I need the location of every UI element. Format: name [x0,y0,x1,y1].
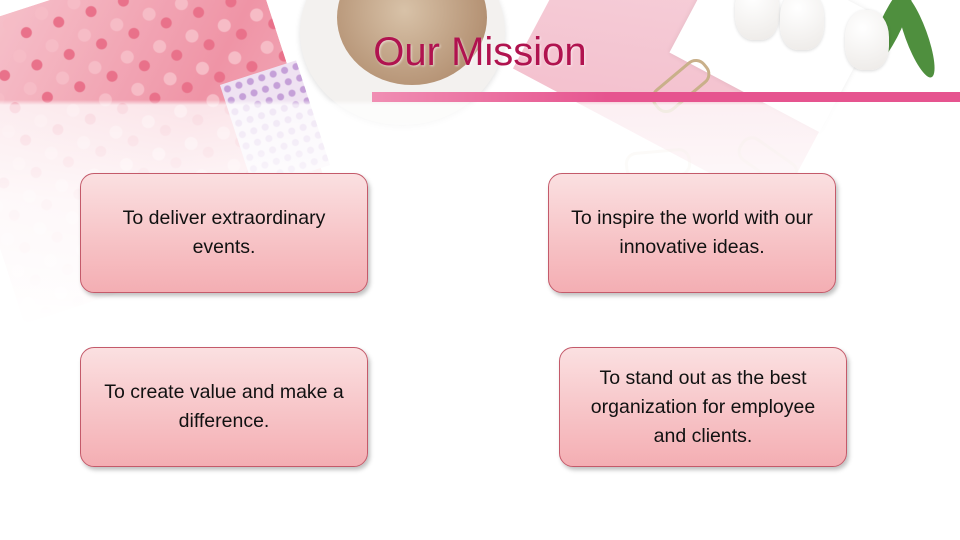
mission-box-2: To inspire the world with our innovative… [548,173,836,293]
mission-box-1: To deliver extraordinary events. [80,173,368,293]
page-title: Our Mission [373,30,587,74]
slide: Our Mission To deliver extraordinary eve… [0,0,960,540]
title-accent-bar [372,92,960,102]
mission-box-3: To create value and make a difference. [80,347,368,467]
mission-box-4: To stand out as the best organization fo… [559,347,847,467]
